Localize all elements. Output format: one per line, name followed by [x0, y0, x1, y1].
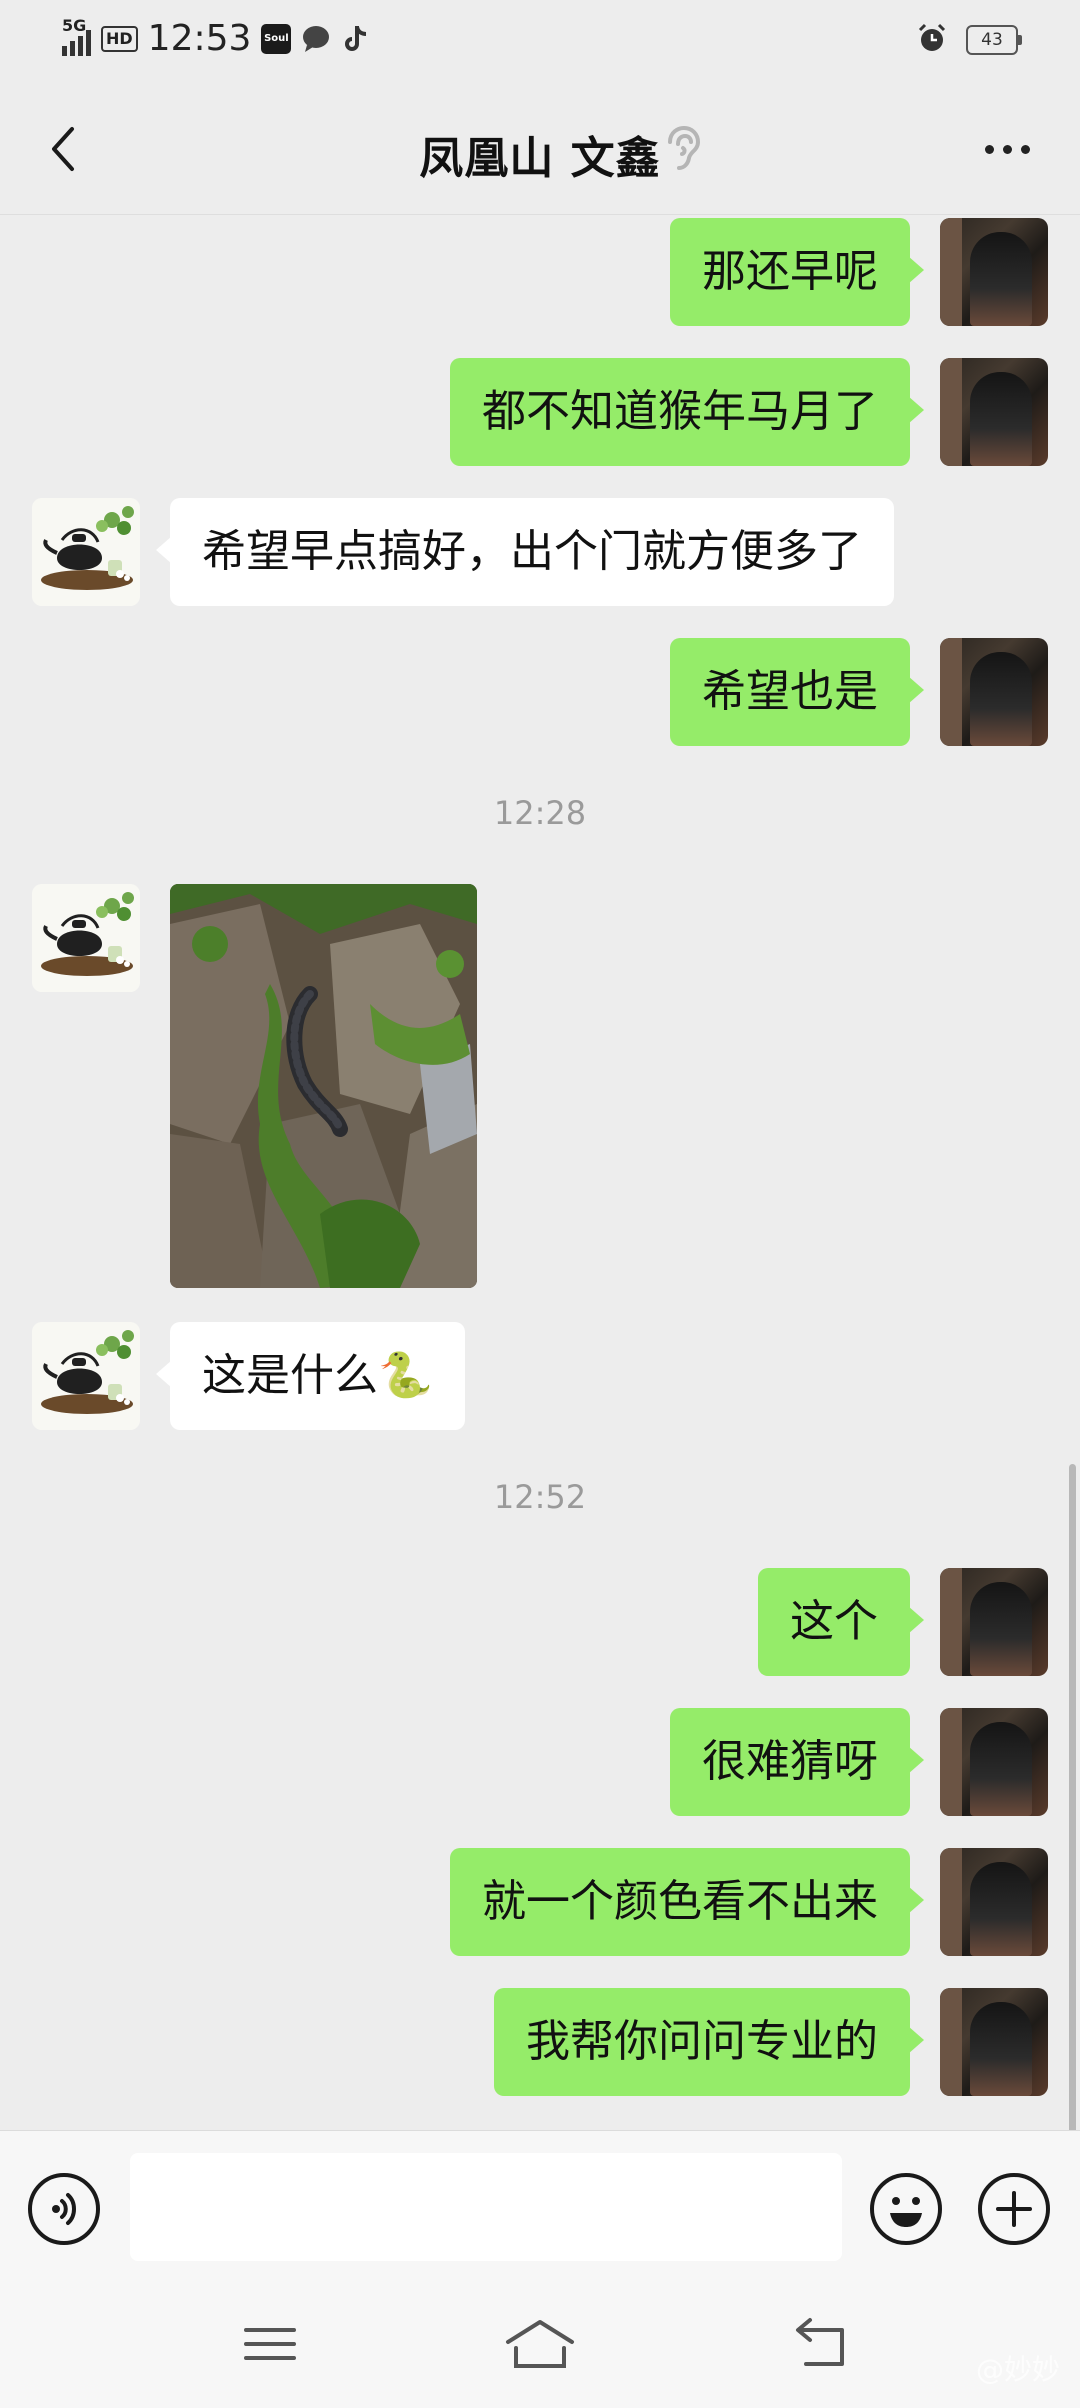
message-timestamp: 12:52: [493, 1478, 587, 1516]
watermark-text: @妙妙: [975, 2353, 1060, 2386]
message-bubble[interactable]: 那还早呢: [670, 218, 924, 326]
teapot-avatar-icon: [32, 498, 140, 606]
status-time: 12:53: [147, 18, 252, 59]
hd-badge: HD: [101, 25, 138, 52]
emoji-icon: [890, 2197, 922, 2227]
input-bar: [0, 2130, 1080, 2281]
message-bubble-icon: [301, 24, 331, 54]
voice-icon: [52, 2193, 76, 2225]
tiktok-icon: [341, 24, 371, 54]
scrollbar[interactable]: [1069, 1464, 1076, 2130]
network-type: 5G: [62, 15, 87, 35]
image-message[interactable]: [170, 884, 477, 1288]
status-left: 5G HD 12:53 Soul: [62, 16, 371, 59]
plus-icon: [996, 2191, 1032, 2227]
message-bubble[interactable]: 这个: [758, 1568, 924, 1676]
message-bubble[interactable]: 都不知道猴年马月了: [450, 358, 924, 466]
signal-icon: 5G: [62, 16, 91, 56]
teapot-avatar-icon: [32, 884, 140, 992]
soul-app-icon: Soul: [261, 23, 292, 54]
contact-avatar[interactable]: [32, 498, 140, 606]
teapot-avatar-icon: [32, 1322, 140, 1430]
my-avatar[interactable]: [940, 1708, 1048, 1816]
contact-avatar[interactable]: [32, 884, 140, 992]
message-bubble[interactable]: 希望也是: [670, 638, 924, 746]
add-button[interactable]: [978, 2173, 1050, 2245]
system-nav-bar: @妙妙: [0, 2280, 1080, 2408]
chat-header: 凤凰山 文鑫: [0, 84, 1080, 215]
chat-screen: 5G HD 12:53 Soul 43 凤凰山 文鑫 那还早呢 都不知道猴年马月…: [0, 0, 1080, 2408]
message-bubble[interactable]: 希望早点搞好，出个门就方便多了: [156, 498, 894, 606]
mossy-rocks-snake-photo: [170, 884, 477, 1288]
emoji-button[interactable]: [870, 2173, 942, 2245]
message-bubble[interactable]: 这是什么🐍: [156, 1322, 465, 1430]
my-avatar[interactable]: [940, 638, 1048, 746]
my-avatar[interactable]: [940, 1848, 1048, 1956]
message-list[interactable]: 那还早呢 都不知道猴年马月了 希望早点搞好，出个门就方便多了 希望也是 12:2…: [0, 214, 1080, 2130]
voice-button[interactable]: [28, 2173, 100, 2245]
message-timestamp: 12:28: [493, 794, 587, 832]
watermark: @妙妙: [976, 2348, 1060, 2388]
my-avatar[interactable]: [940, 1988, 1048, 2096]
battery-indicator: 43: [966, 25, 1022, 55]
menu-button[interactable]: [230, 2308, 310, 2378]
message-bubble[interactable]: 就一个颜色看不出来: [450, 1848, 924, 1956]
message-bubble[interactable]: 很难猜呀: [670, 1708, 924, 1816]
more-dots-icon: [984, 144, 994, 154]
contact-avatar[interactable]: [32, 1322, 140, 1430]
message-input[interactable]: [130, 2153, 842, 2261]
status-right: 43: [916, 22, 1022, 58]
message-bubble[interactable]: 我帮你问问专业的: [494, 1988, 924, 2096]
chat-title: 凤凰山 文鑫: [419, 133, 661, 184]
more-options-button[interactable]: [962, 114, 1052, 184]
back-icon: [796, 2318, 844, 2366]
alarm-icon: [916, 22, 948, 58]
my-avatar[interactable]: [940, 1568, 1048, 1676]
status-bar: 5G HD 12:53 Soul 43: [0, 0, 1080, 84]
home-icon: [506, 2320, 574, 2368]
my-avatar[interactable]: [940, 218, 1048, 326]
my-avatar[interactable]: [940, 358, 1048, 466]
menu-icon: [244, 2328, 296, 2360]
back-nav-button[interactable]: [782, 2308, 862, 2378]
home-button[interactable]: [500, 2308, 580, 2378]
ear-icon: [668, 125, 701, 170]
